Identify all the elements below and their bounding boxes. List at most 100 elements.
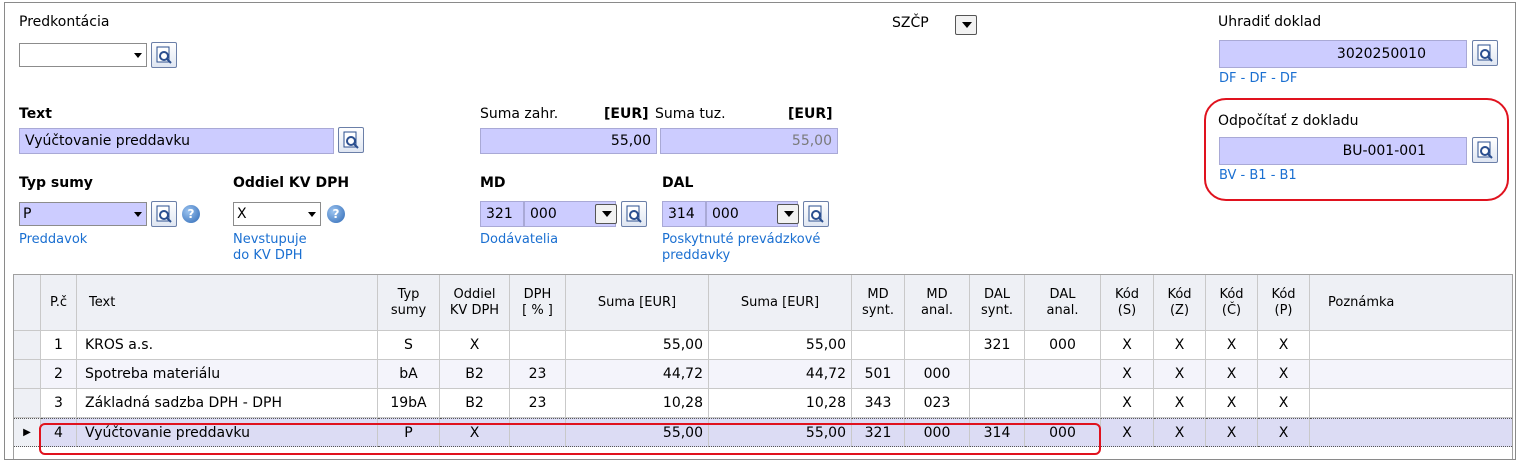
col-kod-p[interactable]: Kód (P): [1258, 275, 1310, 331]
cell-dala[interactable]: [1025, 389, 1101, 418]
odpocitat-doc-link[interactable]: BV - B1 - B1: [1219, 168, 1297, 183]
cell-pozn[interactable]: [1310, 418, 1512, 447]
cell-text[interactable]: Spotreba materiálu: [77, 360, 378, 389]
odpocitat-doklad-field[interactable]: BU-001-001: [1219, 137, 1467, 165]
uhradit-doc-link[interactable]: DF - DF - DF: [1219, 71, 1297, 86]
oddiel-select[interactable]: X: [233, 202, 321, 226]
cell-suma1[interactable]: 10,28: [566, 389, 709, 418]
oddiel-link-line1[interactable]: Nevstupuje: [233, 232, 307, 247]
cell-pc[interactable]: 3: [41, 389, 77, 418]
typ-sumy-link[interactable]: Preddavok: [19, 232, 87, 247]
col-typ[interactable]: Typ sumy: [378, 275, 440, 331]
cell-typ[interactable]: bA: [378, 360, 440, 389]
col-oddiel[interactable]: Oddiel KV DPH: [440, 275, 510, 331]
cell-suma1[interactable]: 55,00: [566, 331, 709, 360]
col-dal-anal[interactable]: DAL anal.: [1025, 275, 1101, 331]
cell-dph[interactable]: [510, 331, 566, 360]
oddiel-link-line2[interactable]: do KV DPH: [233, 248, 303, 263]
cell-mda[interactable]: 000: [905, 360, 970, 389]
cell-pozn[interactable]: [1310, 360, 1512, 389]
cell-pc[interactable]: 1: [41, 331, 77, 360]
cell-pc[interactable]: 2: [41, 360, 77, 389]
cell-dala[interactable]: 000: [1025, 331, 1101, 360]
table-row[interactable]: 3 Základná sadzba DPH - DPH 19bA B2 23 10,28 1…: [14, 389, 1512, 418]
cell-kc[interactable]: X: [1206, 389, 1258, 418]
dal-dropdown-button[interactable]: [777, 204, 799, 224]
cell-kz[interactable]: X: [1154, 418, 1206, 447]
cell-kc[interactable]: X: [1206, 331, 1258, 360]
cell-kp[interactable]: X: [1258, 389, 1310, 418]
cell-odd[interactable]: B2: [440, 360, 510, 389]
col-poznamka[interactable]: Poznámka: [1310, 275, 1512, 331]
dal-lookup-button[interactable]: [803, 201, 829, 227]
cell-suma2[interactable]: 10,28: [709, 389, 852, 418]
predkontacia-select[interactable]: [19, 43, 147, 67]
typ-sumy-select[interactable]: P: [19, 202, 147, 226]
text-field[interactable]: Vyúčtovanie preddavku: [19, 128, 334, 154]
col-kod-c[interactable]: Kód (Č): [1206, 275, 1258, 331]
cell-mds[interactable]: 501: [852, 360, 905, 389]
text-lookup-button[interactable]: [338, 127, 364, 153]
cell-kz[interactable]: X: [1154, 389, 1206, 418]
cell-kc[interactable]: X: [1206, 418, 1258, 447]
cell-pozn[interactable]: [1310, 389, 1512, 418]
col-text[interactable]: Text: [77, 275, 378, 331]
col-kod-s[interactable]: Kód (S): [1101, 275, 1154, 331]
uhradit-lookup-button[interactable]: [1472, 40, 1498, 66]
cell-kp[interactable]: X: [1258, 331, 1310, 360]
szcp-dropdown-button[interactable]: [955, 15, 977, 35]
col-suma-zahr[interactable]: Suma [EUR]: [566, 275, 709, 331]
cell-pozn[interactable]: [1310, 331, 1512, 360]
cell-dals[interactable]: 321: [970, 331, 1025, 360]
col-md-anal[interactable]: MD anal.: [905, 275, 970, 331]
cell-ks[interactable]: X: [1101, 418, 1154, 447]
cell-kp[interactable]: X: [1258, 418, 1310, 447]
cell-dals[interactable]: [970, 360, 1025, 389]
cell-ks[interactable]: X: [1101, 360, 1154, 389]
table-row[interactable]: 2 Spotreba materiálu bA B2 23 44,72 44,72 501 00…: [14, 360, 1512, 389]
suma-zahr-field[interactable]: 55,00: [480, 128, 657, 154]
cell-text[interactable]: KROS a.s.: [77, 331, 378, 360]
predkontacia-lookup-button[interactable]: [151, 42, 177, 68]
help-icon[interactable]: ?: [327, 205, 345, 223]
cell-typ[interactable]: S: [378, 331, 440, 360]
cell-kz[interactable]: X: [1154, 360, 1206, 389]
cell-mds[interactable]: [852, 331, 905, 360]
cell-suma1[interactable]: 44,72: [566, 360, 709, 389]
md-dropdown-button[interactable]: [595, 204, 617, 224]
md-synt-field[interactable]: 321: [480, 201, 524, 227]
cell-kz[interactable]: X: [1154, 331, 1206, 360]
col-suma-tuz[interactable]: Suma [EUR]: [709, 275, 852, 331]
col-dal-synt[interactable]: DAL synt.: [970, 275, 1025, 331]
cell-suma2[interactable]: 55,00: [709, 331, 852, 360]
md-lookup-button[interactable]: [621, 201, 647, 227]
cell-text[interactable]: Základná sadzba DPH - DPH: [77, 389, 378, 418]
typ-sumy-lookup-button[interactable]: [151, 201, 177, 227]
dal-link-line1[interactable]: Poskytnuté prevádzkové: [662, 232, 820, 247]
dal-link-line2[interactable]: preddavky: [662, 248, 730, 263]
cell-kp[interactable]: X: [1258, 360, 1310, 389]
cell-suma2[interactable]: 44,72: [709, 360, 852, 389]
cell-mda[interactable]: 023: [905, 389, 970, 418]
table-row[interactable]: 1 KROS a.s. S X 55,00 55,00 321 000 X X X X: [14, 331, 1512, 360]
col-pc[interactable]: P.č: [41, 275, 77, 331]
cell-mda[interactable]: [905, 331, 970, 360]
cell-dph[interactable]: 23: [510, 360, 566, 389]
cell-mds[interactable]: 343: [852, 389, 905, 418]
cell-dals[interactable]: [970, 389, 1025, 418]
col-kod-z[interactable]: Kód (Z): [1154, 275, 1206, 331]
uhradit-doklad-field[interactable]: 3020250010: [1219, 40, 1467, 68]
md-link[interactable]: Dodávatelia: [480, 232, 558, 247]
cell-odd[interactable]: X: [440, 331, 510, 360]
col-md-synt[interactable]: MD synt.: [852, 275, 905, 331]
help-icon[interactable]: ?: [182, 205, 200, 223]
col-dph[interactable]: DPH[ % ]: [510, 275, 566, 331]
cell-ks[interactable]: X: [1101, 389, 1154, 418]
dal-synt-field[interactable]: 314: [662, 201, 706, 227]
odpocitat-lookup-button[interactable]: [1472, 137, 1498, 163]
cell-typ[interactable]: 19bA: [378, 389, 440, 418]
cell-dala[interactable]: [1025, 360, 1101, 389]
cell-dph[interactable]: 23: [510, 389, 566, 418]
cell-ks[interactable]: X: [1101, 331, 1154, 360]
cell-kc[interactable]: X: [1206, 360, 1258, 389]
